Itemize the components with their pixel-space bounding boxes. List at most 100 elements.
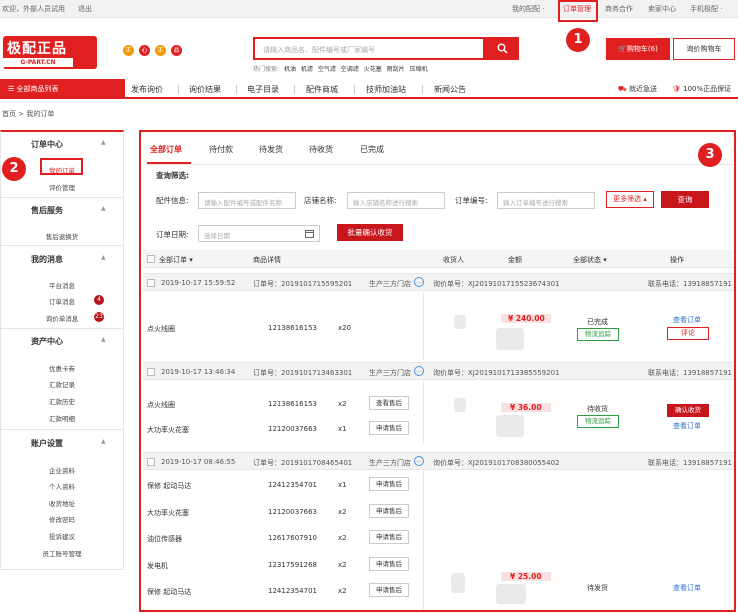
sidebar-item-change-password[interactable]: 修改密码	[1, 514, 123, 524]
nav-item-inquiry-results[interactable]: 询价结果	[189, 84, 221, 95]
collapse-icon[interactable]: ▲	[101, 336, 106, 343]
apply-after-sales-button[interactable]: 申请售后	[369, 421, 409, 435]
sidebar-item-returns[interactable]: 售后退换货	[1, 231, 123, 241]
hot-keyword[interactable]: 雨刮片	[387, 66, 405, 73]
sidebar-item-inquiry-messages[interactable]: 询价单消息	[1, 313, 123, 323]
sidebar-item-company-info[interactable]: 企业资料	[1, 465, 123, 475]
sidebar-item-remittance-records[interactable]: 汇款记录	[1, 379, 123, 389]
business-link[interactable]: 商务合作	[605, 4, 633, 14]
mobile-link[interactable]: 手机极配 ·	[690, 4, 722, 14]
sidebar-item-staff-accounts[interactable]: 员工账号管理	[1, 548, 123, 558]
view-order-link[interactable]: 查看订单	[673, 421, 701, 431]
search-input[interactable]: 请输入商品名、配件编号或厂家编号	[253, 37, 485, 60]
sidebar-item-remittance-details[interactable]: 汇款明细	[1, 413, 123, 423]
collapse-icon[interactable]: ▲	[101, 438, 106, 445]
fast-delivery[interactable]: ⛟ 就近急送	[618, 84, 657, 94]
inquiry-cart-button[interactable]: 询价购物车	[673, 38, 735, 60]
product-name[interactable]: 大功率火花塞	[147, 425, 189, 435]
product-name[interactable]: 保修 起动马达	[147, 587, 191, 597]
apply-after-sales-button[interactable]: 申请售后	[369, 477, 409, 491]
sidebar-item-address[interactable]: 收货地址	[1, 498, 123, 508]
order-checkbox[interactable]	[147, 368, 155, 376]
logout-link[interactable]: 退出	[78, 4, 92, 14]
chat-icon[interactable]: …	[414, 366, 424, 376]
my-parts-link[interactable]: 我的配配 ·	[512, 4, 544, 14]
batch-confirm-receipt-button[interactable]: 批量确认收货	[337, 224, 403, 241]
chat-icon[interactable]: …	[414, 277, 424, 287]
apply-after-sales-button[interactable]: 申请售后	[369, 583, 409, 597]
all-orders-dropdown[interactable]: 全部订单 ▾	[159, 255, 193, 265]
product-name[interactable]: 油位传感器	[147, 534, 182, 544]
product-code: 12120037663	[268, 508, 317, 516]
sidebar-item-order-messages[interactable]: 订单消息	[1, 296, 123, 306]
order-checkbox[interactable]	[147, 458, 155, 466]
inquiry-number: 询价单号：XJ2019101708380055402	[433, 459, 560, 467]
sidebar-item-platform-messages[interactable]: 平台消息	[1, 280, 123, 290]
select-all-checkbox[interactable]	[147, 255, 155, 263]
order-number: 订单号：2019101713463301	[253, 369, 353, 377]
part-info-input[interactable]: 请输入配件编号或配件名称	[198, 192, 296, 209]
hot-keyword[interactable]: 机油	[284, 66, 296, 73]
search-button[interactable]	[485, 37, 519, 60]
tab-pending-payment[interactable]: 待付款	[209, 144, 233, 155]
query-button[interactable]: 查询	[661, 191, 709, 208]
site-logo[interactable]: 极配正品 G-PART.CN	[3, 36, 97, 69]
nav-item-parts-mall[interactable]: 配件商城	[306, 84, 338, 95]
view-after-sales-button[interactable]: 查看售后	[369, 396, 409, 410]
logistics-tracking-button[interactable]: 物流追踪	[577, 415, 619, 428]
nav-item-technician[interactable]: 技师加油站	[366, 84, 406, 95]
sidebar-item-complaints[interactable]: 投诉建议	[1, 531, 123, 541]
tab-all-orders[interactable]: 全部订单	[150, 144, 182, 155]
review-button[interactable]: 评论	[667, 327, 709, 340]
product-name[interactable]: 大功率火花塞	[147, 508, 189, 518]
view-order-link[interactable]: 查看订单	[673, 315, 701, 325]
sidebar-item-reviews[interactable]: 评价管理	[1, 182, 123, 192]
order-date-input[interactable]: 选择日期	[198, 225, 320, 242]
sidebar-item-remittance-history[interactable]: 汇款历史	[1, 396, 123, 406]
apply-after-sales-button[interactable]: 申请售后	[369, 504, 409, 518]
logistics-tracking-button[interactable]: 物流追踪	[577, 328, 619, 341]
nav-item-e-catalog[interactable]: 电子目录	[247, 84, 279, 95]
cart-button[interactable]: 🛒购物车(6)	[606, 38, 670, 60]
product-name[interactable]: 保修 起动马达	[147, 481, 191, 491]
status-dropdown[interactable]: 全部状态 ▾	[573, 255, 607, 265]
product-qty: x1	[338, 481, 347, 489]
collapse-icon[interactable]: ▲	[101, 254, 106, 261]
sidebar-item-coupons[interactable]: 优惠卡券	[1, 363, 123, 373]
store-name-input[interactable]: 输入店铺名称进行搜索	[347, 192, 445, 209]
menu-icon: ☰	[8, 85, 17, 93]
apply-after-sales-button[interactable]: 申请售后	[369, 530, 409, 544]
confirm-receipt-button[interactable]: 确认收货	[667, 404, 709, 417]
collapse-icon[interactable]: ▲	[101, 139, 106, 146]
nav-item-news[interactable]: 新闻公告	[434, 84, 466, 95]
hot-keyword[interactable]: 机滤	[301, 66, 313, 73]
order-checkbox[interactable]	[147, 279, 155, 287]
store-name[interactable]: 生产三方门店	[369, 458, 411, 468]
tab-pending-receipt[interactable]: 待收货	[309, 144, 333, 155]
tab-pending-shipment[interactable]: 待发货	[259, 144, 283, 155]
hot-keyword[interactable]: 空调滤	[341, 66, 359, 73]
all-categories-button[interactable]: ☰ 全部商品列表	[0, 79, 125, 99]
order-status: 待发货	[587, 584, 608, 592]
tab-completed[interactable]: 已完成	[360, 144, 384, 155]
collapse-icon[interactable]: ▲	[101, 205, 106, 212]
more-filters-button[interactable]: 更多筛选 ▴	[606, 191, 654, 208]
nav-item-publish-inquiry[interactable]: 发布询价	[131, 84, 163, 95]
store-name[interactable]: 生产三方门店	[369, 279, 411, 289]
seller-center-link[interactable]: 卖家中心	[648, 4, 676, 14]
price-detail-blurred	[496, 584, 526, 604]
chat-icon[interactable]: …	[414, 456, 424, 466]
store-name[interactable]: 生产三方门店	[369, 368, 411, 378]
hot-keyword[interactable]: 火花塞	[364, 66, 382, 73]
product-name[interactable]: 发电机	[147, 561, 168, 571]
order-header: 2019-10-17 15:59:52 订单号：2019101715595201…	[143, 273, 734, 291]
sidebar-item-personal-info[interactable]: 个人资料	[1, 481, 123, 491]
hot-keyword[interactable]: 压缩机	[410, 66, 428, 73]
cart-icon: 🛒	[618, 45, 627, 53]
apply-after-sales-button[interactable]: 申请售后	[369, 557, 409, 571]
product-name[interactable]: 点火线圈	[147, 400, 175, 410]
product-name[interactable]: 点火线圈	[147, 324, 175, 334]
order-number-input[interactable]: 输入订单编号进行搜索	[497, 192, 595, 209]
view-order-link[interactable]: 查看订单	[673, 583, 701, 593]
hot-keyword[interactable]: 空气滤	[318, 66, 336, 73]
